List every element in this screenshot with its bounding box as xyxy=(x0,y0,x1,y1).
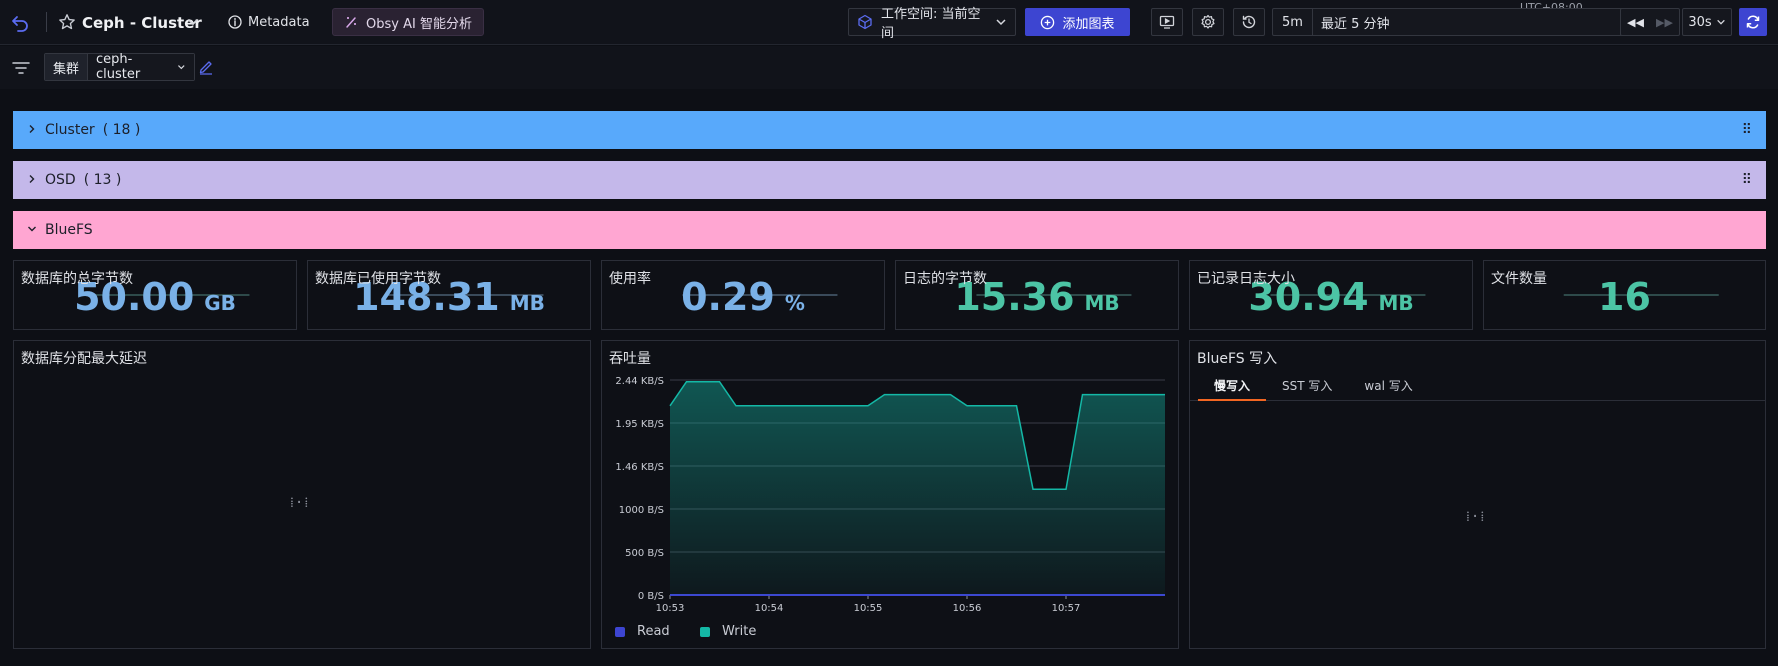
write-tabs: 慢写入 SST 写入 wal 写入 xyxy=(1190,371,1765,401)
panel-title: 数据库的总字节数 xyxy=(21,271,133,287)
panel-db-alloc-latency[interactable]: 数据库分配最大延迟 ⁞·⁞ xyxy=(13,340,591,649)
legend-swatch xyxy=(615,626,625,637)
chevron-down-icon xyxy=(178,65,185,70)
workspace-label: 工作空间: 当前空间 xyxy=(881,7,981,41)
history-icon xyxy=(1242,15,1256,29)
chevron-right-icon xyxy=(27,172,37,188)
tv-mode-button[interactable] xyxy=(1151,8,1183,36)
variable-value: ceph-cluster xyxy=(96,52,141,82)
row-count: ( 18 ) xyxy=(102,122,141,138)
row-title: Cluster xyxy=(45,122,95,138)
loading-indicator-icon: ⁞·⁞ xyxy=(290,495,310,511)
refresh-button[interactable] xyxy=(1739,8,1767,36)
refresh-icon xyxy=(1746,15,1760,29)
time-range-short[interactable]: 5m xyxy=(1273,9,1313,35)
dashboard-title[interactable]: Ceph - Cluster xyxy=(82,12,202,34)
x-tick-label: 10:55 xyxy=(854,603,883,614)
top-toolbar: Ceph - Cluster Metadata Obsy AI 智能分析 工作空… xyxy=(0,0,1778,45)
x-tick-label: 10:53 xyxy=(656,603,685,614)
filter-icon[interactable] xyxy=(12,60,30,80)
panel-title: 数据库已使用字节数 xyxy=(315,271,441,287)
chevron-down-icon[interactable] xyxy=(186,14,202,30)
x-tick-label: 10:56 xyxy=(953,603,982,614)
obsy-ai-label: Obsy AI 智能分析 xyxy=(366,16,472,32)
metadata-button[interactable]: Metadata xyxy=(228,11,310,33)
gear-icon xyxy=(1201,14,1215,29)
chevron-down-icon xyxy=(1716,19,1725,25)
x-tick-label: 10:57 xyxy=(1052,603,1081,614)
tab-sst-write[interactable]: SST 写入 xyxy=(1266,371,1348,400)
y-tick-label: 1.46 KB/S xyxy=(615,462,664,473)
workspace-select[interactable]: 工作空间: 当前空间 xyxy=(848,7,1016,41)
edit-pencil-icon[interactable] xyxy=(198,59,214,79)
drag-handle-icon[interactable]: ⠿ xyxy=(1742,172,1752,188)
add-chart-label: 添加图表 xyxy=(1062,16,1115,32)
undo-back-icon[interactable] xyxy=(10,12,32,34)
panel-title: 数据库分配最大延迟 xyxy=(21,351,147,367)
chevron-right-icon xyxy=(27,122,37,138)
workspace-cube-icon xyxy=(858,14,872,30)
panel-title: 已记录日志大小 xyxy=(1197,271,1295,287)
stat-panel-log-bytes[interactable]: 15.36 MB 日志的字节数 xyxy=(895,260,1179,330)
history-button[interactable] xyxy=(1233,8,1265,36)
row-osd[interactable]: OSD ( 13 ) ⠿ xyxy=(13,161,1766,199)
settings-button[interactable] xyxy=(1192,8,1224,36)
row-count: ( 13 ) xyxy=(83,172,122,188)
y-tick-label: 1000 B/S xyxy=(619,505,664,516)
y-tick-label: 500 B/S xyxy=(625,548,664,559)
write-area xyxy=(670,381,1165,595)
y-tick-label: 2.44 KB/S xyxy=(615,376,664,387)
cluster-variable[interactable]: 集群 ceph-cluster xyxy=(44,52,196,82)
stat-panel-file-count[interactable]: 16 文件数量 xyxy=(1483,260,1766,330)
obsy-ai-button[interactable]: Obsy AI 智能分析 xyxy=(332,8,484,36)
panel-title: 文件数量 xyxy=(1491,271,1547,287)
divider xyxy=(46,12,47,32)
time-range-picker[interactable]: 5m 最近 5 分钟 xyxy=(1272,8,1654,36)
metadata-label: Metadata xyxy=(248,14,310,30)
stat-panel-db-used[interactable]: 148.31 MB 数据库已使用字节数 xyxy=(307,260,591,330)
time-range-label[interactable]: 最近 5 分钟 xyxy=(1313,13,1623,32)
cluster-variable-select[interactable]: ceph-cluster xyxy=(88,52,195,82)
panel-title: BlueFS 写入 xyxy=(1197,351,1278,367)
refresh-interval-label: 30s xyxy=(1688,14,1712,30)
row-title: OSD xyxy=(45,172,76,188)
chevron-down-icon xyxy=(27,222,37,238)
loading-indicator-icon: ⁞·⁞ xyxy=(1466,509,1486,525)
row-bluefs[interactable]: BlueFS xyxy=(13,211,1766,249)
throughput-chart[interactable]: 0 B/S 500 B/S 1000 B/S 1.46 KB/S 1.95 KB/S 2.… xyxy=(602,341,1178,648)
variable-label: 集群 xyxy=(45,54,89,80)
y-tick-label: 1.95 KB/S xyxy=(615,419,664,430)
stat-panel-logged-size[interactable]: 30.94 MB 已记录日志大小 xyxy=(1189,260,1473,330)
variables-bar: 集群 ceph-cluster xyxy=(0,46,1778,89)
stat-panel-db-total[interactable]: 50.00 GB 数据库的总字节数 xyxy=(13,260,297,330)
plus-circle-icon xyxy=(1041,15,1055,29)
row-cluster[interactable]: Cluster ( 18 ) ⠿ xyxy=(13,111,1766,149)
rewind-icon[interactable]: ◀◀ xyxy=(1621,16,1650,29)
x-tick-label: 10:54 xyxy=(755,603,784,614)
chevron-down-icon xyxy=(996,19,1006,26)
monitor-icon xyxy=(1159,15,1175,29)
refresh-interval-select[interactable]: 30s xyxy=(1682,8,1732,36)
legend-label: Write xyxy=(722,624,757,639)
panel-title: 日志的字节数 xyxy=(903,271,987,287)
info-icon xyxy=(228,15,242,29)
tab-slow-write[interactable]: 慢写入 xyxy=(1198,371,1267,401)
legend-label: Read xyxy=(637,624,670,639)
tab-wal-write[interactable]: wal 写入 xyxy=(1348,371,1428,400)
stat-panel-usage-rate[interactable]: 0.29% 使用率 xyxy=(601,260,885,330)
row-title: BlueFS xyxy=(45,222,93,238)
drag-handle-icon[interactable]: ⠿ xyxy=(1742,122,1752,138)
star-icon[interactable] xyxy=(58,12,78,32)
fast-forward-icon[interactable]: ▶▶ xyxy=(1650,16,1679,29)
legend-swatch xyxy=(700,626,710,637)
legend-write[interactable]: Write xyxy=(700,624,756,639)
y-tick-label: 0 B/S xyxy=(638,591,664,602)
panel-title: 使用率 xyxy=(609,271,651,287)
panel-throughput[interactable]: 吞吐量 0 B/S 500 B/S 1000 B/S 1.46 KB/S 1.95 KB… xyxy=(601,340,1179,649)
legend-read[interactable]: Read xyxy=(615,624,670,639)
time-shift-buttons: ◀◀ ▶▶ xyxy=(1620,8,1680,36)
add-chart-button[interactable]: 添加图表 xyxy=(1025,8,1130,36)
magic-wand-icon xyxy=(346,17,357,28)
panel-bluefs-writes[interactable]: BlueFS 写入 慢写入 SST 写入 wal 写入 ⁞·⁞ xyxy=(1189,340,1766,649)
